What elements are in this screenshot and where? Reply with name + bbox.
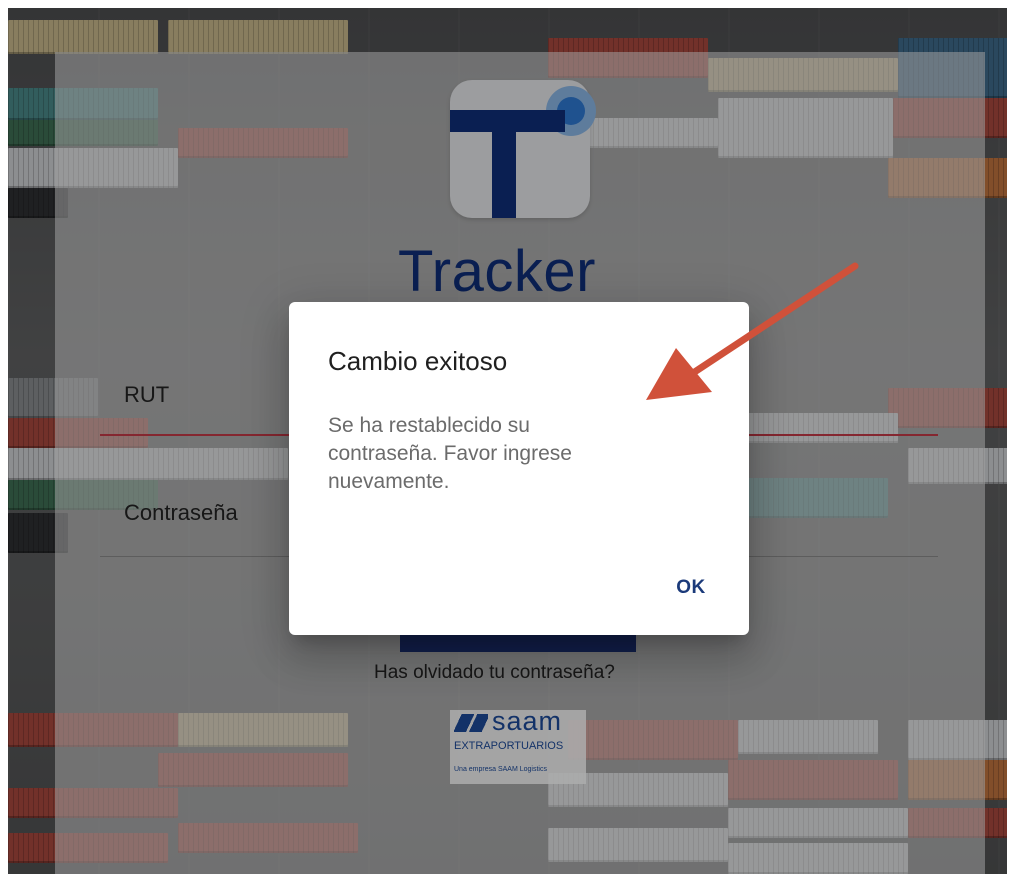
dialog-title: Cambio exitoso (328, 346, 508, 376)
ok-button[interactable]: OK (661, 570, 721, 606)
success-dialog: Cambio exitoso Se ha restablecido su con… (289, 302, 749, 635)
dialog-message: Se ha restablecido su contraseña. Favor … (328, 414, 572, 493)
